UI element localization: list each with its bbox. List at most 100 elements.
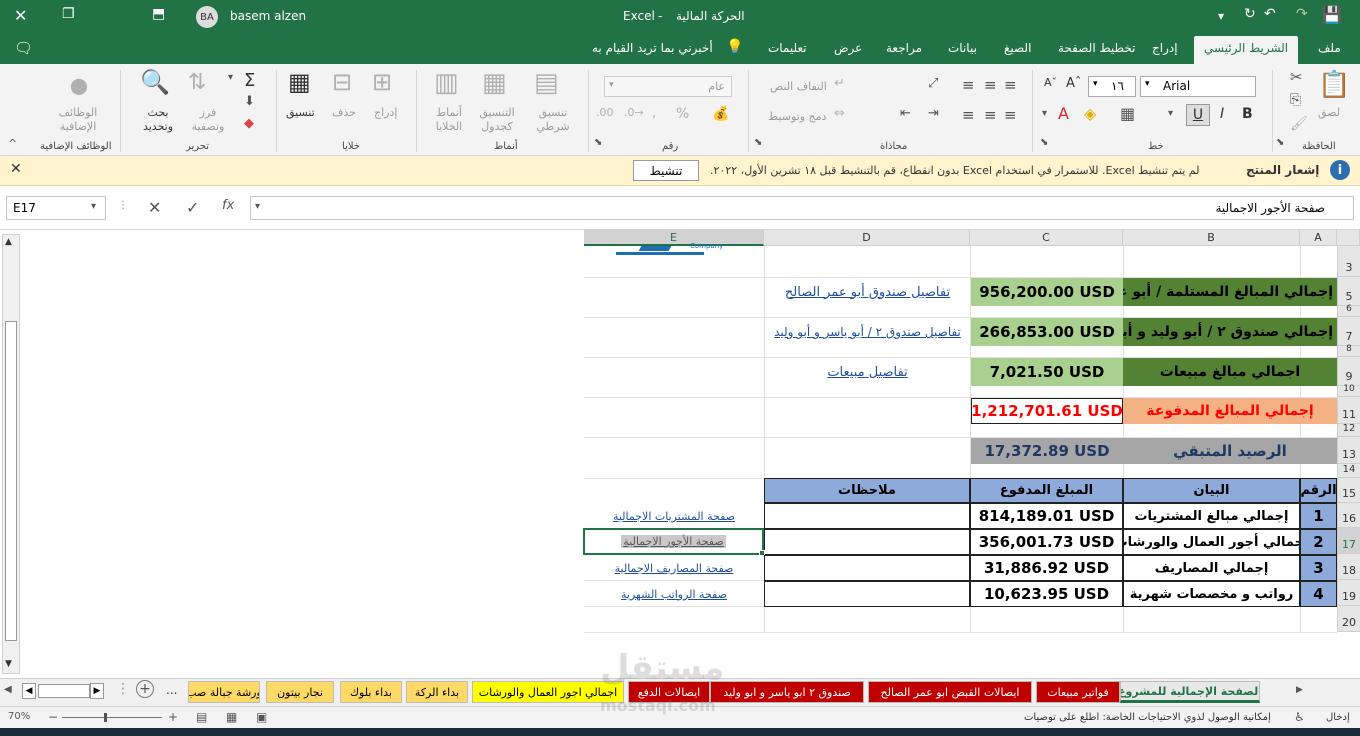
row-header[interactable]: 8 (1337, 344, 1360, 357)
undo-icon[interactable]: ↶ (1264, 6, 1276, 22)
format-as-table-icon[interactable]: ▦ (482, 68, 507, 98)
tab-formulas[interactable]: الصيغ (1004, 41, 1031, 55)
select-all-corner[interactable] (1337, 230, 1360, 246)
row-header[interactable]: 16 (1337, 503, 1360, 528)
vertical-scrollbar[interactable]: ▲ ▼ (2, 234, 20, 674)
copy-icon[interactable]: ⎘ (1290, 92, 1301, 108)
table-row-link[interactable]: صفحة الأجور الاجمالية (621, 535, 726, 548)
insert-cells-icon[interactable]: ⊞ (372, 68, 392, 96)
column-header-a[interactable]: A (1300, 230, 1337, 246)
restore-window-icon[interactable]: ❐ (62, 6, 75, 22)
autosum-icon[interactable]: Σ (244, 70, 255, 91)
options-icon[interactable]: ⋮ (116, 681, 130, 697)
delete-cells-button[interactable]: حذف (332, 106, 356, 119)
page-break-view-icon[interactable]: ▤ (196, 710, 207, 724)
table-row-link[interactable]: صفحة الرواتب الشهرية (584, 581, 764, 607)
table-row-notes[interactable] (764, 503, 970, 529)
normal-view-icon[interactable]: ▣ (256, 710, 267, 724)
row-header[interactable]: 5 (1337, 277, 1360, 306)
tab-help[interactable]: تعليمات (768, 41, 807, 55)
comments-icon[interactable]: 🗨 (14, 39, 33, 57)
accounting-format-icon[interactable]: 💰 (712, 106, 729, 122)
zoom-in-icon[interactable]: + (168, 710, 178, 724)
table-row-notes[interactable] (764, 581, 970, 607)
italic-button[interactable]: I (1220, 106, 1224, 122)
tab-view[interactable]: عرض (834, 41, 862, 55)
row-header[interactable]: 11 (1337, 397, 1360, 424)
tab-review[interactable]: مراجعة (886, 41, 922, 55)
search-icon[interactable]: 🔍 (140, 68, 170, 96)
percent-button[interactable]: % (676, 106, 689, 122)
zoom-level[interactable]: 70% (8, 711, 30, 722)
activate-button[interactable]: تنشيط (633, 160, 699, 181)
cell-styles-icon[interactable]: ▥ (434, 68, 459, 98)
collapse-ribbon-icon[interactable]: ^ (8, 137, 17, 150)
border-icon[interactable]: ▦ (1120, 104, 1135, 123)
alignment-launcher-icon[interactable]: ⬊ (754, 137, 762, 148)
row-header[interactable]: 9 (1337, 357, 1360, 386)
name-box[interactable]: E17 ▾ (6, 196, 106, 220)
font-size-select[interactable]: ١٦ ▾ (1088, 76, 1136, 97)
font-color-icon[interactable]: A (1058, 104, 1069, 123)
cut-icon[interactable]: ✂ (1290, 68, 1303, 86)
tabs-scroll-right-icon[interactable]: ▶ (1296, 685, 1303, 695)
sort-filter-button[interactable]: فرز وتصفية (190, 106, 226, 134)
table-row-notes[interactable] (764, 555, 970, 581)
bold-button[interactable]: B (1242, 106, 1253, 122)
scroll-left-icon[interactable]: ◀ (22, 683, 36, 699)
increase-decimal-icon[interactable]: .0→ (624, 106, 644, 119)
column-header-e[interactable]: E (584, 230, 764, 246)
save-icon[interactable]: 💾 (1322, 5, 1342, 24)
indent-icon[interactable]: ⇥ (928, 106, 939, 121)
redo-icon[interactable]: ↻ (1244, 6, 1256, 22)
scroll-first-icon[interactable]: ◀ (4, 684, 12, 695)
addins-button[interactable]: الوظائف الإضافية (56, 106, 100, 134)
wrap-text-button[interactable]: التفاف النص (770, 80, 827, 93)
row-header[interactable]: 13 (1337, 437, 1360, 464)
zoom-slider-thumb[interactable] (104, 713, 107, 722)
close-notification-icon[interactable]: ✕ (10, 161, 22, 177)
format-painter-icon[interactable]: 🖌 (1290, 116, 1308, 132)
number-format-select[interactable]: عام ▾ (604, 76, 732, 97)
fill-color-icon[interactable]: ◈ (1084, 104, 1096, 123)
font-color-dropdown-icon[interactable]: ▾ (1042, 108, 1047, 119)
insert-cells-button[interactable]: إدراج (374, 106, 397, 119)
align-middle-icon[interactable]: ≡ (984, 76, 997, 94)
align-bottom-icon[interactable]: ≡ (962, 76, 975, 94)
delete-cells-icon[interactable]: ⊟ (332, 68, 352, 96)
sheet-tab[interactable]: بداء بلوك (340, 681, 402, 703)
fill-icon[interactable]: ⬇ (244, 94, 255, 109)
formula-bar-options-icon[interactable]: ⋮ (118, 200, 128, 211)
align-left-icon[interactable]: ≡ (962, 106, 975, 124)
horizontal-scrollbar[interactable] (38, 684, 90, 698)
tab-data[interactable]: بيانات (948, 41, 977, 55)
worksheet-area[interactable]: ▲ ▼ E D C B A 3 5 6 7 8 9 10 11 12 13 14… (0, 230, 1360, 678)
table-row-link[interactable]: صفحة المشتريات الاجمالية (584, 503, 764, 529)
scroll-right-icon[interactable]: ▶ (90, 683, 104, 699)
underline-dropdown-icon[interactable]: ▾ (1168, 108, 1173, 119)
paste-icon[interactable]: 📋 (1318, 70, 1350, 100)
text-direction-icon[interactable]: ⤢ (928, 76, 938, 91)
page-layout-view-icon[interactable]: ▦ (226, 710, 237, 724)
tab-insert[interactable]: إدراج (1152, 41, 1178, 55)
addins-icon[interactable]: ⬤ (70, 76, 88, 95)
redo-arrow-icon[interactable]: ↷ (1296, 6, 1308, 22)
zoom-slider[interactable] (62, 717, 162, 718)
tab-file[interactable]: ملف (1318, 41, 1341, 55)
table-row-notes[interactable] (764, 529, 970, 555)
sheet-tab[interactable]: بداء الركة (406, 681, 468, 703)
column-header-d[interactable]: D (764, 230, 970, 246)
tab-home[interactable]: الشريط الرئيسي (1194, 36, 1299, 64)
column-header-c[interactable]: C (970, 230, 1123, 246)
paste-button[interactable]: لصق (1318, 106, 1340, 119)
avatar[interactable]: BA (196, 6, 218, 28)
cancel-entry-icon[interactable]: ✕ (148, 198, 161, 217)
insert-function-button[interactable]: fx (222, 198, 234, 213)
add-sheet-icon[interactable]: + (136, 680, 154, 698)
font-name-select[interactable]: Arial ▾ (1140, 76, 1256, 97)
autosum-dropdown-icon[interactable]: ▾ (228, 72, 233, 83)
tell-me-input[interactable]: أخبرني بما تريد القيام به (592, 41, 713, 55)
align-top-icon[interactable]: ≡ (1004, 76, 1017, 94)
increase-font-icon[interactable]: Aˆ (1066, 76, 1081, 91)
sheet-tab[interactable]: نجار بيتون (266, 681, 334, 703)
